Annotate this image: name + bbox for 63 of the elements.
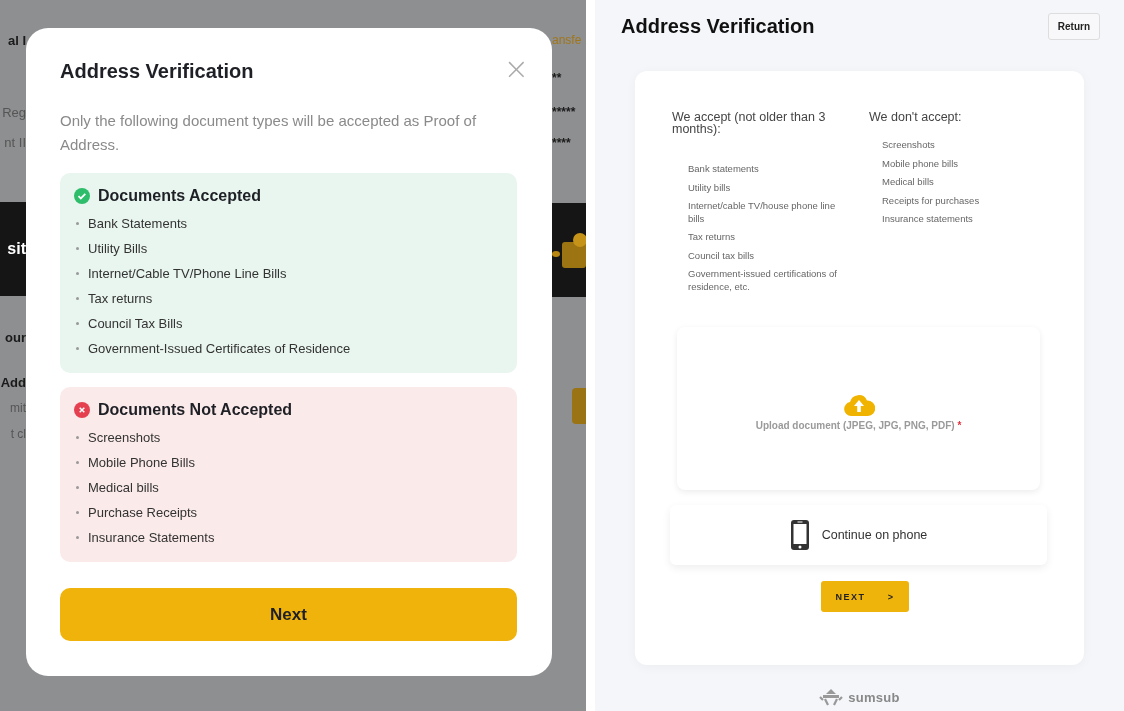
bullet-icon (76, 247, 79, 250)
bullet-icon (76, 272, 79, 275)
document-type: Insurance statements (882, 213, 974, 226)
document-type: Medical bills (88, 480, 159, 495)
bullet-icon (76, 536, 79, 539)
masked-value: ** (552, 70, 563, 87)
bullet-icon (76, 511, 79, 514)
background-text: Reg (1, 103, 26, 122)
chevron-icon: > (887, 591, 895, 602)
page-title: Address Verification (621, 15, 815, 38)
bullet-icon (76, 222, 79, 225)
bullet-icon (76, 436, 79, 439)
document-type: Council Tax Bills (88, 316, 183, 331)
document-type: Utility Bills (88, 241, 148, 256)
document-type: Screenshots (88, 430, 161, 445)
document-type: Tax returns (88, 291, 153, 306)
document-type: Medical bills (882, 176, 935, 189)
column-heading: We don't accept: (869, 111, 963, 126)
bullet-icon (76, 461, 79, 464)
document-type: Council tax bills (688, 249, 755, 262)
panel-title: Documents Not Accepted (98, 401, 293, 419)
continue-on-phone-button[interactable]: Continue on phone (670, 505, 1047, 565)
error-circle-icon (74, 402, 90, 418)
document-type: Mobile phone bills (882, 157, 960, 170)
dialog-title: Address Verification (60, 60, 254, 83)
panel-title: Documents Accepted (98, 187, 261, 205)
bullet-icon (76, 486, 79, 489)
background-text: t cl (9, 426, 26, 443)
dialog-description: Only the following document types will be accepted as Proof of Address. (60, 111, 478, 155)
document-type: Internet/Cable TV/Phone Line Bills (88, 266, 287, 281)
masked-value: ***** (552, 104, 577, 121)
bullet-icon (76, 297, 79, 300)
document-type: Internet/cable TV/house phone line bills (688, 200, 837, 225)
document-type: Purchase Receipts (88, 505, 198, 520)
bullet-icon (76, 322, 79, 325)
background-text: al I (6, 31, 26, 50)
cloud-upload-icon (842, 392, 875, 416)
document-type: Mobile Phone Bills (88, 455, 195, 470)
bullet-icon (76, 347, 79, 350)
document-type: Bank statements (688, 163, 760, 176)
column-heading: We accept (not older than 3 months): (672, 111, 827, 138)
background-text: Add (0, 373, 26, 392)
brand-name: sumsub (848, 689, 900, 705)
document-type: Government-issued certifications of residence, etc. (688, 268, 838, 293)
next-button[interactable]: Next (60, 588, 517, 641)
document-type: Screenshots (882, 139, 936, 152)
background-text: mit (9, 400, 26, 417)
upload-dropzone[interactable]: Upload document (JPEG, JPG, PNG, PDF) * (677, 327, 1040, 490)
background-text: nt II (3, 133, 26, 152)
document-type: Utility bills (688, 181, 732, 194)
document-type: Receipts for purchases (882, 194, 981, 207)
document-type: Insurance Statements (88, 530, 215, 545)
next-button[interactable]: NEXT > (821, 581, 909, 612)
document-type: Government-Issued Certificates of Residence (88, 341, 351, 356)
document-type: Bank Statements (88, 216, 187, 231)
phone-icon (789, 519, 810, 551)
upload-label: Upload document (JPEG, JPG, PNG, PDF) * (755, 420, 962, 431)
document-type: Tax returns (688, 231, 736, 244)
return-button[interactable]: Return (1047, 13, 1100, 40)
check-circle-icon (74, 188, 90, 204)
banner-text: sit (0, 202, 26, 296)
masked-value: **** (552, 135, 572, 152)
background-text: our (4, 328, 26, 347)
